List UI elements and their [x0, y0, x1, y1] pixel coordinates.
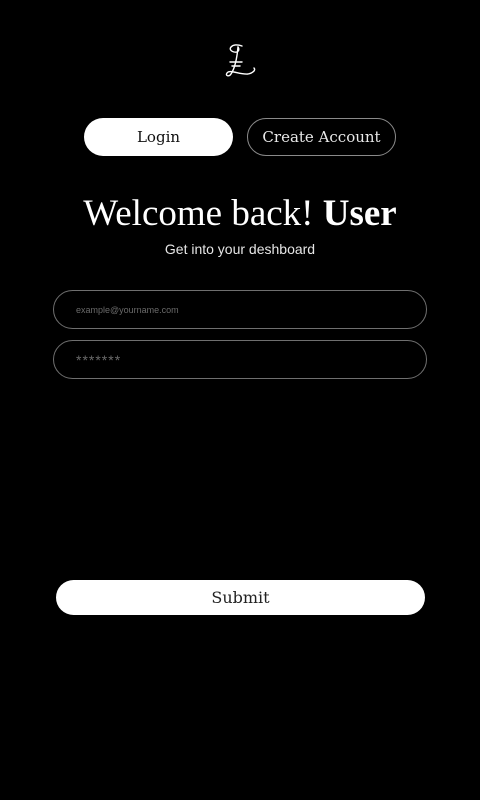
tab-login-label: Login [136, 128, 181, 146]
email-field[interactable] [53, 290, 427, 329]
welcome-heading: Welcome back! User [0, 192, 480, 236]
password-field[interactable] [53, 340, 427, 379]
welcome-subheading: Get into your deshboard [164, 241, 316, 257]
welcome-text: Welcome back! [83, 193, 314, 234]
tab-create-account-label: Create Account [262, 128, 381, 146]
submit-button[interactable]: Submit [56, 580, 425, 615]
logo [218, 38, 262, 82]
user-name: User [322, 193, 397, 234]
tab-create-account[interactable]: Create Account [247, 118, 396, 156]
script-l-logo-icon [225, 44, 256, 77]
tab-login[interactable]: Login [84, 118, 233, 156]
submit-label: Submit [211, 588, 270, 607]
